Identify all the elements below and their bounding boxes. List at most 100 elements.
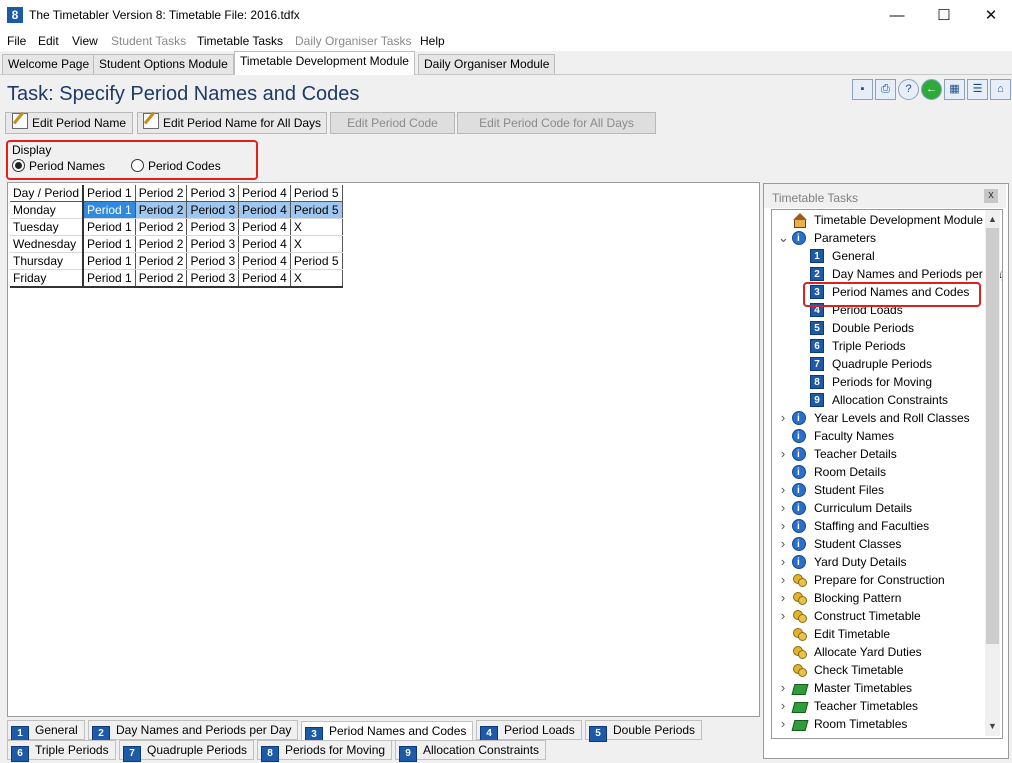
tree-item[interactable]: › Prepare for Construction — [772, 571, 986, 589]
tab-double-periods[interactable]: 5 Double Periods — [585, 720, 703, 742]
menu-daily-organiser-tasks[interactable]: Daily Organiser Tasks — [295, 34, 411, 48]
tree-icon[interactable]: ☰ — [967, 79, 988, 100]
column-header[interactable]: Period 3 — [186, 185, 240, 202]
tree-item[interactable]: › Construct Timetable — [772, 607, 986, 625]
tree-item[interactable]: › Staffing and Faculties — [772, 517, 986, 536]
tree-item[interactable]: › Teacher Timetables — [772, 697, 986, 715]
tree-item[interactable]: 5 Double Periods — [772, 319, 986, 337]
tree-item[interactable]: › Room Timetables — [772, 715, 986, 733]
tab-student-options-module[interactable]: Student Options Module — [93, 54, 234, 74]
tree-item[interactable]: › Student Files — [772, 481, 986, 500]
tree-item[interactable]: › Blocking Pattern — [772, 589, 986, 607]
tree-item[interactable]: › Yard Duty Details — [772, 553, 986, 572]
grid-cell[interactable]: X — [290, 218, 343, 236]
tab-welcome-page[interactable]: Welcome Page — [2, 54, 96, 74]
tree-item[interactable]: Check Timetable — [772, 661, 986, 679]
tree-item[interactable]: 8 Periods for Moving — [772, 373, 986, 391]
menu-student-tasks[interactable]: Student Tasks — [111, 34, 186, 48]
tree-item[interactable]: ⌄ Parameters — [772, 229, 986, 248]
tab-day-names-and-periods-per-day[interactable]: 2 Day Names and Periods per Day — [88, 720, 299, 742]
grid-cell[interactable]: Period 5 — [290, 252, 343, 270]
period-names-radio[interactable]: Period Names — [12, 159, 105, 173]
grid-cell[interactable]: X — [290, 269, 343, 288]
grid-cell[interactable]: Period 3 — [186, 235, 240, 253]
chevron-right-icon[interactable]: › — [778, 715, 788, 733]
tree-item[interactable]: Faculty Names — [772, 427, 986, 446]
tree-item[interactable]: 1 General — [772, 247, 986, 265]
help-icon[interactable]: ? — [898, 79, 919, 100]
grid-cell[interactable]: Period 2 — [135, 218, 188, 236]
tab-timetable-development-module[interactable]: Timetable Development Module — [234, 51, 415, 75]
grid-cell[interactable]: Period 2 — [135, 269, 188, 288]
tree-item[interactable]: Edit Timetable — [772, 625, 986, 643]
grid-cell[interactable]: Period 2 — [135, 201, 188, 219]
column-header[interactable]: Period 5 — [290, 185, 343, 202]
tree-item[interactable]: Timetable Development Module — [772, 211, 986, 229]
menu-timetable-tasks[interactable]: Timetable Tasks — [197, 34, 283, 48]
row-header[interactable]: Tuesday — [10, 218, 85, 236]
save-icon[interactable]: ▪ — [852, 79, 873, 100]
tree-item[interactable]: Room Details — [772, 463, 986, 482]
chevron-right-icon[interactable]: › — [778, 697, 788, 715]
tab-triple-periods[interactable]: 6 Triple Periods — [7, 740, 116, 762]
edit-period-code-button[interactable]: Edit Period Code — [330, 112, 455, 134]
tab-periods-for-moving[interactable]: 8 Periods for Moving — [257, 740, 393, 762]
grid-cell[interactable]: Period 3 — [186, 252, 240, 270]
grid-cell[interactable]: Period 4 — [238, 218, 291, 236]
column-header[interactable]: Period 1 — [83, 185, 136, 202]
row-header[interactable]: Wednesday — [10, 235, 85, 253]
row-header[interactable]: Monday — [10, 201, 85, 219]
menu-help[interactable]: Help — [420, 34, 445, 48]
chevron-right-icon[interactable]: › — [778, 679, 788, 697]
chevron-right-icon[interactable]: › — [778, 553, 788, 571]
grid-cell[interactable]: Period 4 — [238, 269, 291, 288]
tree-item[interactable]: › Teacher Details — [772, 445, 986, 464]
print-icon[interactable]: ⎙ — [875, 79, 896, 100]
chevron-right-icon[interactable]: › — [778, 481, 788, 499]
chevron-right-icon[interactable]: › — [778, 445, 788, 463]
grid-cell[interactable]: Period 3 — [186, 269, 240, 288]
chevron-right-icon[interactable]: › — [778, 589, 788, 607]
grid-cell[interactable]: Period 1 — [83, 269, 136, 288]
grid-cell[interactable]: Period 3 — [186, 218, 240, 236]
tree-item[interactable]: › Year Levels and Roll Classes — [772, 409, 986, 428]
tab-general[interactable]: 1 General — [7, 720, 85, 742]
grid-cell[interactable]: Period 5 — [290, 201, 343, 219]
chevron-right-icon[interactable]: › — [778, 571, 788, 589]
menu-file[interactable]: File — [7, 34, 26, 48]
column-header[interactable]: Period 4 — [238, 185, 291, 202]
grid-cell[interactable]: Period 2 — [135, 235, 188, 253]
back-icon[interactable]: ← — [921, 79, 942, 100]
chevron-right-icon[interactable]: › — [778, 535, 788, 553]
chevron-right-icon[interactable]: › — [778, 517, 788, 535]
grid-cell[interactable]: Period 4 — [238, 252, 291, 270]
grid-cell[interactable]: Period 3 — [186, 201, 240, 219]
grid-cell[interactable]: Period 1 — [83, 235, 136, 253]
chevron-right-icon[interactable]: › — [778, 499, 788, 517]
grid-cell[interactable]: Period 4 — [238, 235, 291, 253]
edit-period-name-button[interactable]: Edit Period Name — [5, 112, 133, 134]
chevron-right-icon[interactable]: › — [778, 607, 788, 625]
chevron-right-icon[interactable]: › — [778, 409, 788, 427]
tree-item[interactable]: 9 Allocation Constraints — [772, 391, 986, 409]
tab-allocation-constraints[interactable]: 9 Allocation Constraints — [395, 740, 547, 762]
tab-period-loads[interactable]: 4 Period Loads — [476, 720, 582, 742]
grid-cell[interactable]: Period 1 — [83, 201, 136, 219]
period-codes-radio[interactable]: Period Codes — [131, 159, 221, 173]
calendar-icon[interactable]: ▦ — [944, 79, 965, 100]
edit-period-name-all-days-button[interactable]: Edit Period Name for All Days — [137, 112, 327, 134]
grid-cell[interactable]: Period 4 — [238, 201, 291, 219]
menu-view[interactable]: View — [72, 34, 98, 48]
tree-item[interactable]: › Curriculum Details — [772, 499, 986, 518]
tab-period-names-and-codes[interactable]: 3 Period Names and Codes — [301, 721, 474, 743]
chevron-down-icon[interactable]: ▼ — [985, 718, 1000, 734]
tab-quadruple-periods[interactable]: 7 Quadruple Periods — [119, 740, 255, 762]
chevron-down-icon[interactable]: ⌄ — [778, 229, 789, 247]
grid-corner-header[interactable]: Day / Period — [10, 185, 85, 202]
row-header[interactable]: Friday — [10, 269, 85, 288]
home-icon[interactable]: ⌂ — [990, 79, 1011, 100]
row-header[interactable]: Thursday — [10, 252, 85, 270]
close-icon[interactable]: x — [984, 189, 998, 203]
minimize-button[interactable]: — — [874, 0, 920, 31]
chevron-up-icon[interactable]: ▲ — [985, 211, 1000, 227]
